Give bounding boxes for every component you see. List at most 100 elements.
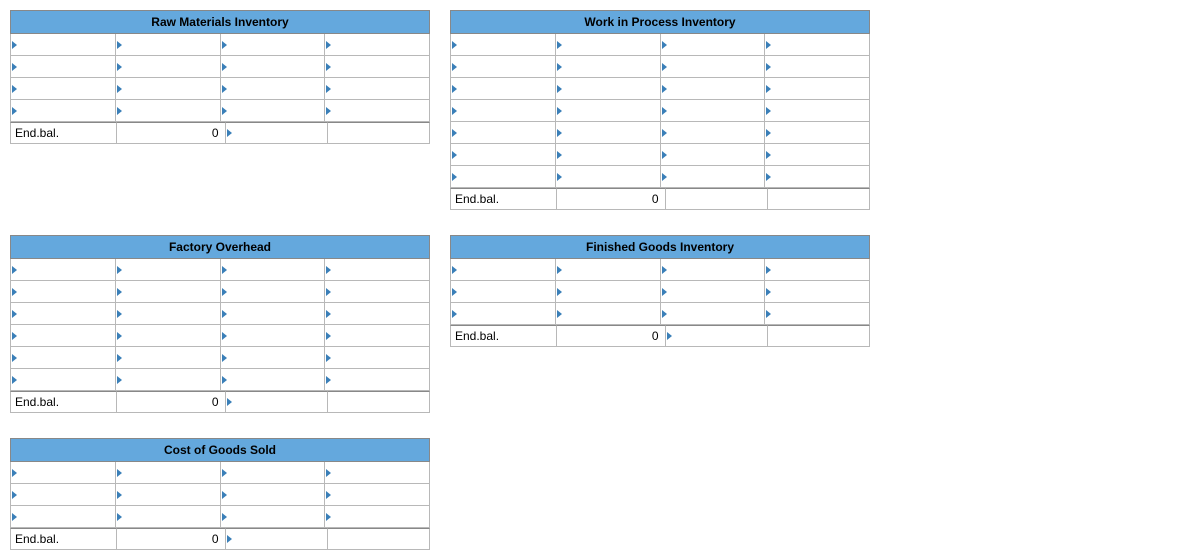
endbal-label: End.bal. [450, 325, 557, 347]
credit-amt[interactable] [325, 369, 430, 391]
debit-amt[interactable] [116, 100, 221, 122]
credit-amt[interactable] [325, 347, 430, 369]
debit-amt[interactable] [556, 259, 661, 281]
debit-desc[interactable] [10, 506, 116, 528]
debit-amt[interactable] [116, 506, 221, 528]
debit-desc[interactable] [10, 259, 116, 281]
credit-amt[interactable] [325, 325, 430, 347]
credit-desc[interactable] [221, 100, 326, 122]
credit-amt[interactable] [765, 34, 870, 56]
credit-amt[interactable] [325, 34, 430, 56]
debit-amt[interactable] [556, 144, 661, 166]
debit-desc[interactable] [10, 369, 116, 391]
credit-amt[interactable] [765, 281, 870, 303]
credit-desc[interactable] [661, 281, 766, 303]
credit-desc[interactable] [221, 347, 326, 369]
credit-desc[interactable] [666, 325, 768, 347]
credit-desc[interactable] [221, 506, 326, 528]
debit-amt[interactable] [116, 369, 221, 391]
debit-amt[interactable] [116, 281, 221, 303]
credit-desc[interactable] [221, 34, 326, 56]
debit-amt[interactable] [556, 56, 661, 78]
credit-desc[interactable] [221, 56, 326, 78]
debit-amt[interactable] [116, 34, 221, 56]
credit-amt[interactable] [765, 166, 870, 188]
credit-amt[interactable] [765, 78, 870, 100]
account-title: Work in Process Inventory [450, 10, 870, 34]
debit-desc[interactable] [450, 122, 556, 144]
debit-desc[interactable] [10, 303, 116, 325]
debit-desc[interactable] [10, 281, 116, 303]
credit-amt[interactable] [765, 259, 870, 281]
debit-desc[interactable] [450, 281, 556, 303]
credit-amt[interactable] [765, 56, 870, 78]
credit-desc[interactable] [221, 78, 326, 100]
debit-desc[interactable] [10, 347, 116, 369]
credit-amt[interactable] [325, 78, 430, 100]
credit-amt[interactable] [765, 303, 870, 325]
debit-amt[interactable] [116, 484, 221, 506]
debit-desc[interactable] [450, 303, 556, 325]
credit-amt[interactable] [765, 122, 870, 144]
debit-desc[interactable] [450, 144, 556, 166]
credit-desc[interactable] [221, 462, 326, 484]
credit-amt[interactable] [325, 506, 430, 528]
credit-desc[interactable] [221, 281, 326, 303]
debit-desc[interactable] [450, 34, 556, 56]
debit-amt[interactable] [556, 281, 661, 303]
credit-amt[interactable] [325, 259, 430, 281]
credit-desc[interactable] [661, 122, 766, 144]
credit-amt[interactable] [325, 484, 430, 506]
debit-amt[interactable] [116, 259, 221, 281]
credit-desc[interactable] [661, 144, 766, 166]
debit-desc[interactable] [450, 259, 556, 281]
credit-desc[interactable] [221, 369, 326, 391]
debit-desc[interactable] [10, 484, 116, 506]
credit-desc[interactable] [661, 56, 766, 78]
credit-desc[interactable] [226, 528, 328, 550]
debit-amt[interactable] [116, 78, 221, 100]
credit-amt[interactable] [325, 100, 430, 122]
debit-desc[interactable] [10, 78, 116, 100]
debit-amt[interactable] [116, 56, 221, 78]
debit-amt[interactable] [556, 122, 661, 144]
debit-desc[interactable] [10, 325, 116, 347]
credit-desc[interactable] [221, 484, 326, 506]
credit-desc[interactable] [226, 391, 328, 413]
credit-desc[interactable] [221, 325, 326, 347]
credit-amt[interactable] [325, 303, 430, 325]
credit-amt[interactable] [325, 56, 430, 78]
debit-amt[interactable] [116, 347, 221, 369]
debit-desc[interactable] [450, 166, 556, 188]
credit-desc[interactable] [221, 303, 326, 325]
credit-desc[interactable] [221, 259, 326, 281]
credit-amt[interactable] [325, 462, 430, 484]
debit-amt[interactable] [556, 303, 661, 325]
debit-amt[interactable] [116, 303, 221, 325]
credit-desc[interactable] [661, 34, 766, 56]
credit-desc[interactable] [661, 100, 766, 122]
debit-desc[interactable] [10, 462, 116, 484]
credit-desc[interactable] [661, 303, 766, 325]
debit-desc[interactable] [10, 56, 116, 78]
debit-desc[interactable] [450, 100, 556, 122]
debit-amt[interactable] [556, 166, 661, 188]
credit-amt[interactable] [765, 100, 870, 122]
debit-amt[interactable] [556, 78, 661, 100]
debit-amt[interactable] [556, 100, 661, 122]
debit-desc[interactable] [450, 56, 556, 78]
debit-desc[interactable] [10, 100, 116, 122]
credit-amt[interactable] [765, 144, 870, 166]
debit-amt[interactable] [116, 325, 221, 347]
credit-desc[interactable] [226, 122, 328, 144]
debit-amt[interactable] [556, 34, 661, 56]
credit-desc[interactable] [661, 259, 766, 281]
account-finished-goods-inventory: Finished Goods Inventory End.bal. 0 [450, 235, 870, 413]
debit-desc[interactable] [450, 78, 556, 100]
credit-desc[interactable] [661, 166, 766, 188]
credit-desc[interactable] [661, 78, 766, 100]
credit-amt[interactable] [325, 281, 430, 303]
debit-amt[interactable] [116, 462, 221, 484]
account-title: Raw Materials Inventory [10, 10, 430, 34]
debit-desc[interactable] [10, 34, 116, 56]
